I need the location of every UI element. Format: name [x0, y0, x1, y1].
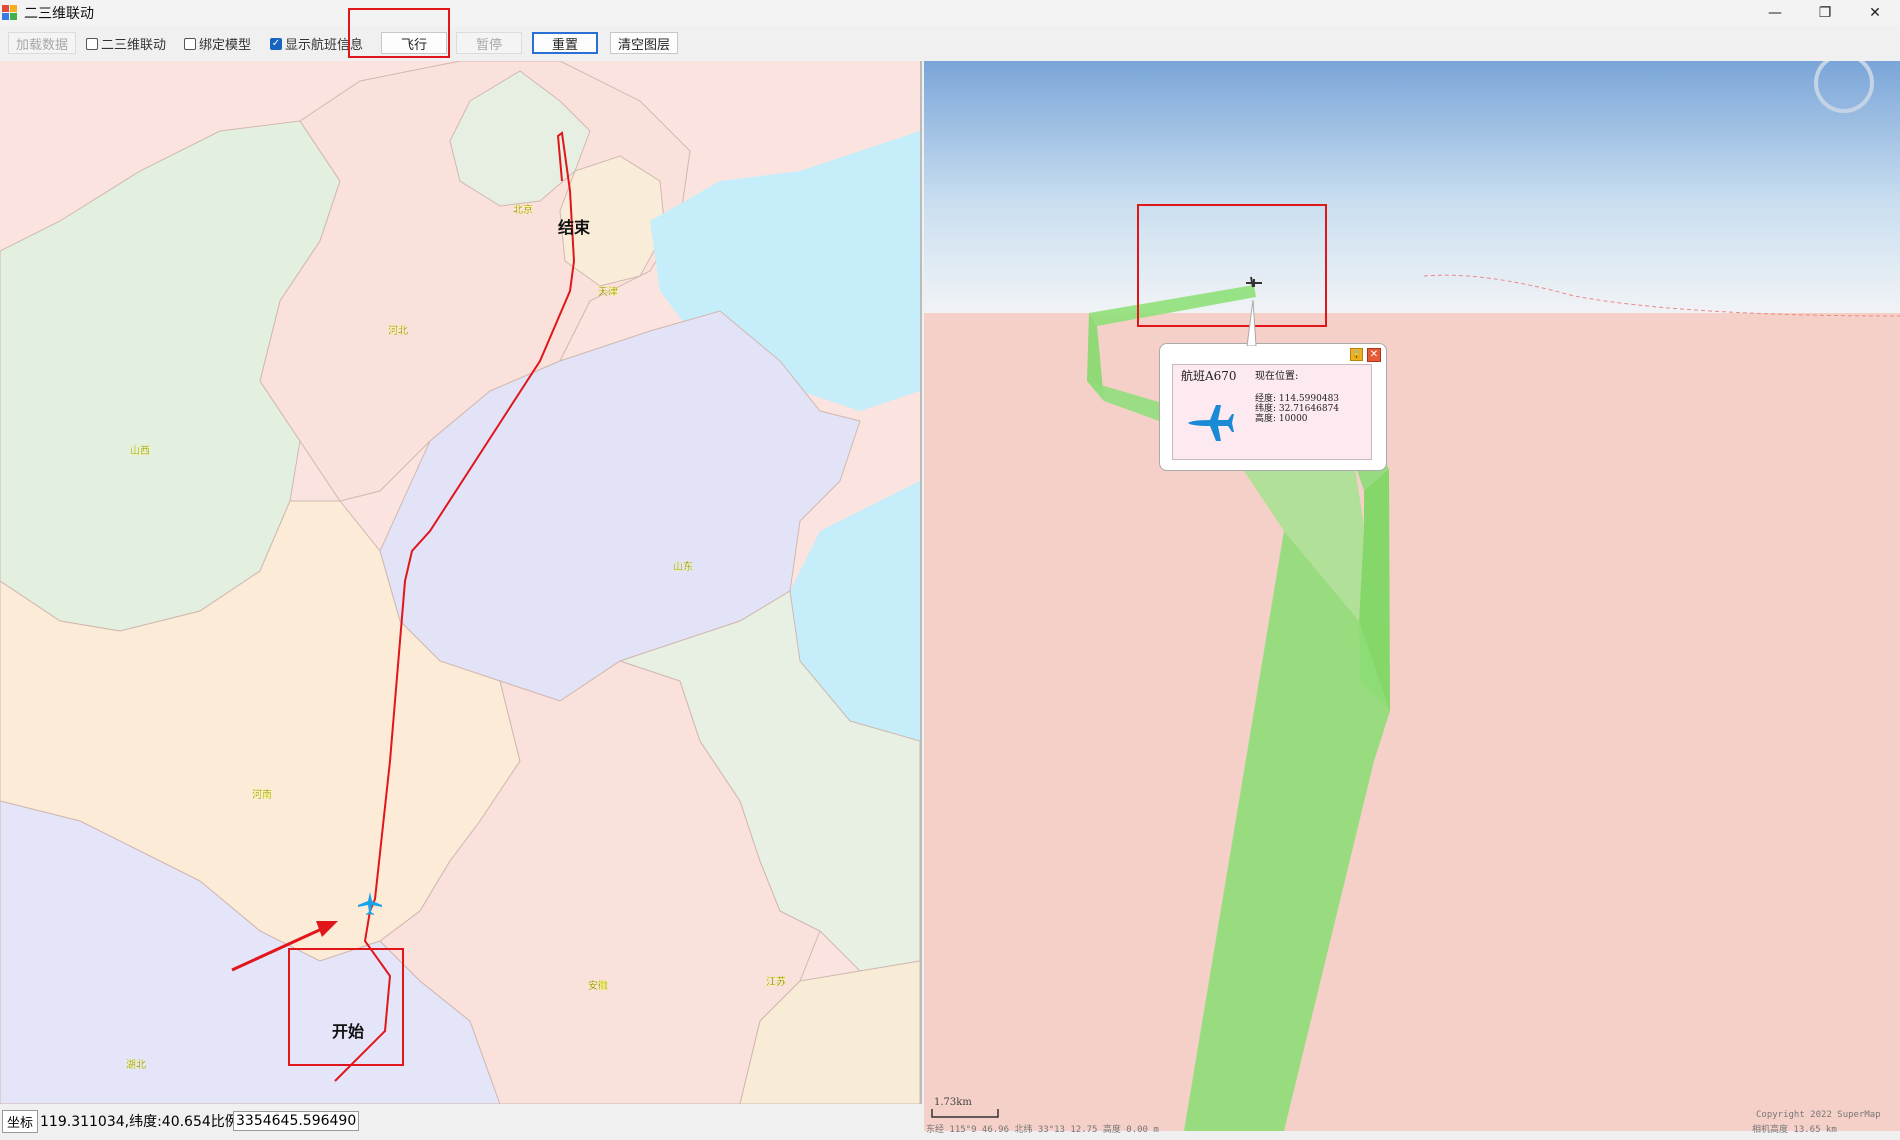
- province-label-anhui: 安徽: [588, 979, 608, 992]
- annotation-box-fly: [348, 8, 450, 58]
- clear-layer-button[interactable]: 清空图层: [610, 32, 678, 54]
- province-label-tianjin: 天津: [598, 286, 618, 298]
- province-label-hebei: 河北: [388, 325, 408, 337]
- coord-value: 119.311034,纬度:40.654比例尺: [40, 1114, 253, 1130]
- flight-name: 航班A670: [1181, 369, 1237, 383]
- checkbox-box[interactable]: [86, 37, 98, 50]
- status-bar: 坐标 119.311034,纬度:40.654比例尺 3354645.59649…: [0, 1106, 922, 1136]
- province-label-henan: 河南: [252, 788, 272, 801]
- province-label-jiangsu: 江苏: [766, 975, 786, 988]
- popup-content: 航班A670 现在位置: 经度: 114.5990483 纬度: 32.7164…: [1172, 364, 1372, 460]
- close-button[interactable]: ✕: [1850, 0, 1900, 26]
- province-label-shandong: 山东: [673, 560, 693, 573]
- lock-icon[interactable]: 🔒: [1350, 348, 1363, 361]
- app-icon: [2, 5, 18, 21]
- restore-button[interactable]: ❐: [1800, 0, 1850, 26]
- airplane-icon: [1188, 405, 1234, 441]
- link-2d3d-label: 二三维联动: [101, 38, 167, 53]
- reset-button[interactable]: 重置: [532, 32, 598, 54]
- load-data-button[interactable]: 加载数据: [8, 32, 76, 54]
- coord-label: 坐标: [2, 1109, 39, 1133]
- province-label-beijing: 北京: [513, 203, 533, 216]
- toolbar: 加载数据 二三维联动 绑定模型 ✓ 显示航班信息 飞行 暂停 重置 清空图层: [0, 26, 1900, 60]
- map-2d[interactable]: 北京 天津 河北 山西 山东 河南 安徽 江苏 湖北 结束 开始: [0, 61, 922, 1104]
- checkbox-box-checked[interactable]: ✓: [270, 37, 282, 50]
- popup-pointer: [1246, 300, 1257, 346]
- map-2d-canvas: 北京 天津 河北 山西 山东 河南 安徽 江苏 湖北 结束 开始: [0, 61, 920, 1104]
- province-label-shanxi: 山西: [130, 445, 150, 457]
- province-label-hubei: 湖北: [126, 1059, 146, 1071]
- title-bar: 二三维联动 — ❐ ✕: [0, 0, 1900, 26]
- checkbox-box[interactable]: [184, 37, 196, 50]
- end-label: 结束: [557, 218, 591, 237]
- coordinates-readout: 东经 115°9 46.96 北纬 33°13 12.75 高度 0.00 m: [926, 1125, 1159, 1135]
- camera-height-readout: 相机高度 13.65 km: [1752, 1125, 1837, 1135]
- scale-value: 3354645.596490: [233, 1111, 360, 1131]
- flight-info-popup: 🔒 ✕ 航班A670 现在位置: 经度: 114.5990483 纬度: 32.…: [1159, 300, 1387, 471]
- altitude-value: 高度: 10000: [1255, 414, 1308, 424]
- position-header: 现在位置:: [1255, 371, 1299, 382]
- map-3d-canvas: 1.73km: [924, 61, 1900, 1131]
- pause-button[interactable]: 暂停: [456, 32, 522, 54]
- close-icon[interactable]: ✕: [1367, 348, 1381, 362]
- bind-model-checkbox[interactable]: 绑定模型: [184, 34, 251, 53]
- copyright-text: Copyright 2022 SuperMap: [1756, 1110, 1881, 1120]
- link-2d3d-checkbox[interactable]: 二三维联动: [86, 34, 166, 53]
- annotation-box-plane: [1137, 204, 1327, 327]
- bind-model-label: 绑定模型: [199, 38, 252, 53]
- map-3d[interactable]: 1.73km: [924, 61, 1900, 1131]
- scale-label: 1.73km: [934, 1097, 972, 1108]
- window-title: 二三维联动: [24, 6, 94, 22]
- annotation-box-start: [288, 948, 404, 1066]
- minimize-button[interactable]: —: [1750, 0, 1800, 26]
